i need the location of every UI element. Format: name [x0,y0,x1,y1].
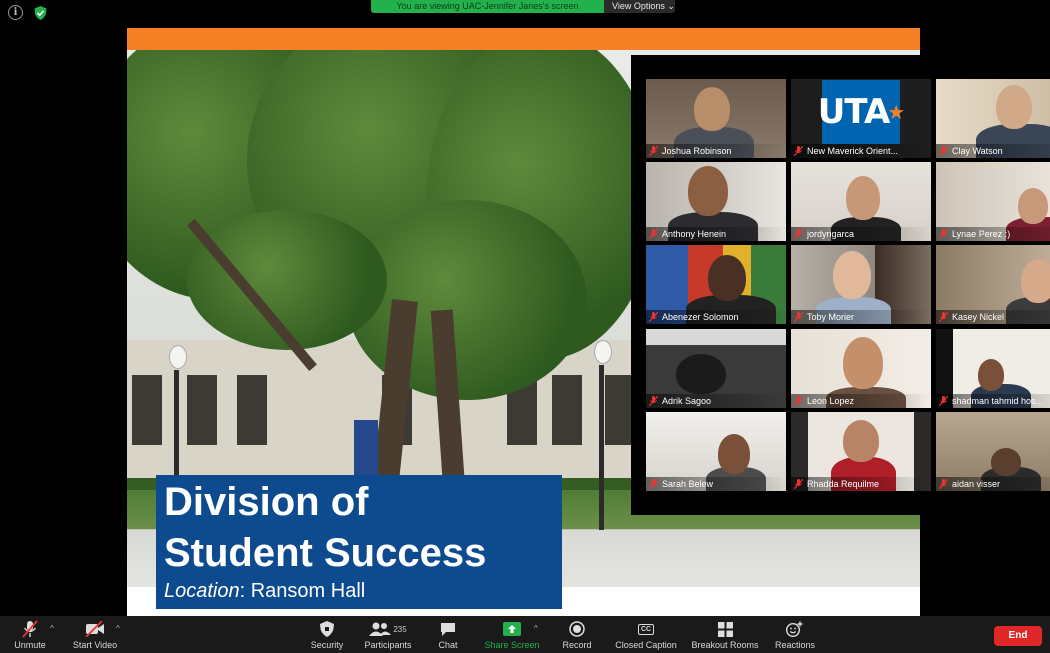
breakout-rooms-button[interactable]: Breakout Rooms [690,616,760,653]
mic-muted-icon [794,146,803,156]
mic-muted-icon [794,479,803,489]
participant-tile[interactable]: Leon Lopez [791,329,931,408]
share-screen-icon [503,622,521,636]
chevron-up-icon[interactable]: ^ [534,624,538,633]
closed-caption-button[interactable]: CC Closed Caption [612,616,680,653]
location-label: Location [164,580,240,602]
chat-label: Chat [438,640,458,650]
participant-name-label: Sarah Belew [646,477,786,491]
breakout-rooms-icon [717,621,733,637]
location-value: : Ransom Hall [239,580,366,602]
closed-caption-label: Closed Caption [615,640,677,650]
participant-name-label: Abenezer Solomon [646,310,786,324]
mic-muted-icon [794,396,803,406]
slide-title-box: Division of Student Success Location: Ra… [156,475,562,609]
participant-name-label: Joshua Robinson [646,144,786,158]
mic-muted-icon [649,229,658,239]
participant-name-label: Toby Morier [791,310,931,324]
start-video-label: Start Video [72,640,118,650]
participant-name-label: aidan visser [936,477,1050,491]
participant-tile[interactable]: Kasey Nickel [936,245,1050,324]
mic-muted-icon [939,312,948,322]
breakout-rooms-label: Breakout Rooms [691,640,759,650]
reactions-button[interactable]: Reactions [772,616,818,653]
mic-muted-icon [649,146,658,156]
mic-muted-icon [649,396,658,406]
participant-tile[interactable]: Toby Morier [791,245,931,324]
chat-icon [441,622,455,636]
participant-tile[interactable]: Clay Watson [936,79,1050,158]
unmute-button[interactable]: Unmute [10,616,50,653]
smiley-plus-icon [786,621,803,637]
mic-muted-icon [939,229,948,239]
shield-icon [320,621,334,637]
participant-tile[interactable]: UTA ★ New Maverick Orient... [791,79,931,158]
participant-name-label: Kasey Nickel [936,310,1050,324]
participant-tile[interactable]: Anthony Henein [646,162,786,241]
info-icon[interactable]: i [8,5,23,20]
participant-name-label: jordyngarca [791,227,931,241]
unmute-label: Unmute [14,640,46,650]
mic-muted-icon [794,312,803,322]
share-screen-label: Share Screen [484,640,540,650]
mic-muted-icon [939,146,948,156]
participant-name-label: Adrik Sagoo [646,394,786,408]
screen-share-banner: You are viewing UAC-Jennifer Janes's scr… [371,0,604,13]
record-label: Record [562,640,592,650]
video-gallery: Joshua Robinson UTA ★ New Maverick Orient… [631,55,1050,515]
reactions-label: Reactions [774,640,816,650]
view-options-label: View Options [612,1,665,11]
participant-name-label: Leon Lopez [791,394,931,408]
chat-button[interactable]: Chat [430,616,466,653]
slide-title-line-1: Division of [164,480,369,524]
end-meeting-button[interactable]: End [994,626,1042,646]
view-options-button[interactable]: View Options ⌄ [604,0,675,13]
start-video-button[interactable]: Start Video [70,616,120,653]
participant-name-label: New Maverick Orient... [791,144,931,158]
mic-muted-icon [22,620,38,638]
participant-name-label: Clay Watson [936,144,1050,158]
uta-logo: UTA ★ [818,80,905,144]
security-label: Security [310,640,344,650]
participant-tile[interactable]: jordyngarca [791,162,931,241]
participants-button[interactable]: 235 Participants [360,616,416,653]
mic-muted-icon [939,396,948,406]
encryption-shield-icon[interactable] [33,5,48,20]
chevron-down-icon: ⌄ [667,1,675,11]
slide-title-line-2: Student Success [164,531,487,575]
record-button[interactable]: Record [556,616,598,653]
participant-name-label: Lynae Perez :) [936,227,1050,241]
mic-muted-icon [649,479,658,489]
slide-location: Location: Ransom Hall [164,579,365,603]
chevron-up-icon[interactable]: ^ [50,624,54,633]
participant-tile[interactable]: Lynae Perez :) [936,162,1050,241]
participant-name-label: Anthony Henein [646,227,786,241]
meeting-toolbar: Unmute ^ Start Video ^ Security 235 Part… [0,616,1050,653]
participant-tile[interactable]: Adrik Sagoo [646,329,786,408]
participant-tile[interactable]: Sarah Belew [646,412,786,491]
cc-icon: CC [637,623,655,635]
security-button[interactable]: Security [306,616,348,653]
participants-count: 235 [393,624,407,634]
mic-muted-icon [649,312,658,322]
video-off-icon [85,621,104,637]
slide-orange-bar [127,28,920,50]
record-icon [569,621,585,637]
participant-tile[interactable]: Joshua Robinson [646,79,786,158]
participant-tile[interactable]: aidan visser [936,412,1050,491]
mic-muted-icon [939,479,948,489]
participant-name-label: Rhadda Requilme [791,477,931,491]
top-status-icons: i [8,5,48,20]
participant-name-label: shadman tahmid hos... [936,394,1050,408]
participants-icon [369,622,392,636]
participant-tile[interactable]: Abenezer Solomon [646,245,786,324]
participants-label: Participants [364,640,412,650]
participant-tile[interactable]: shadman tahmid hos... [936,329,1050,408]
share-screen-button[interactable]: Share Screen [482,616,542,653]
participant-tile[interactable]: Rhadda Requilme [791,412,931,491]
mic-muted-icon [794,229,803,239]
chevron-up-icon[interactable]: ^ [116,624,120,633]
